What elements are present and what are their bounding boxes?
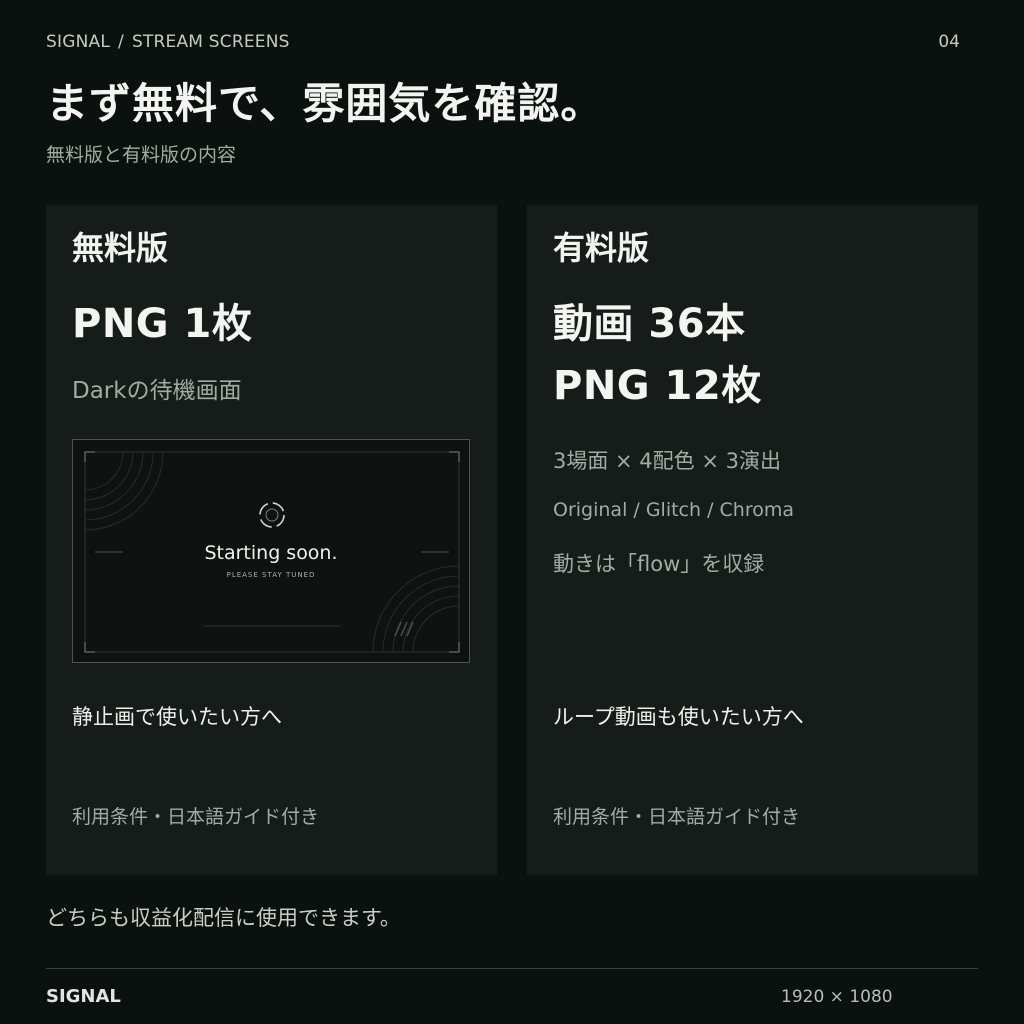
paid-plan-card: 有料版 動画 36本 PNG 12枚 3場面 × 4配色 × 3演出 Origi… bbox=[527, 205, 978, 875]
free-plan-card: 無料版 PNG 1枚 Darkの待機画面 Starting soon. PLEA… bbox=[46, 205, 497, 875]
preview-subtitle: PLEASE STAY TUNED bbox=[226, 571, 316, 579]
monetization-note: どちらも収益化配信に使用できます。 bbox=[46, 906, 401, 930]
footer-brand: SIGNAL bbox=[46, 986, 121, 1007]
paid-plan-detail-motion: 動きは「flow」を収録 bbox=[553, 552, 765, 576]
free-plan-headline: PNG 1枚 bbox=[72, 301, 253, 347]
footer-resolution: 1920 × 1080 bbox=[781, 987, 893, 1007]
preview-image: Starting soon. PLEASE STAY TUNED bbox=[72, 439, 470, 663]
paid-plan-name: 有料版 bbox=[553, 229, 650, 267]
free-plan-audience: 静止画で使いたい方へ bbox=[72, 705, 282, 729]
paid-plan-headline-videos: 動画 36本 bbox=[553, 301, 746, 347]
breadcrumb: SIGNAL / STREAM SCREENS bbox=[46, 32, 290, 52]
paid-plan-detail-combination: 3場面 × 4配色 × 3演出 bbox=[553, 449, 781, 473]
breadcrumb-brand: SIGNAL bbox=[46, 32, 110, 52]
page-subtitle: 無料版と有料版の内容 bbox=[46, 144, 237, 166]
paid-plan-guide: 利用条件・日本語ガイド付き bbox=[553, 806, 801, 828]
breadcrumb-section: STREAM SCREENS bbox=[131, 32, 290, 52]
free-plan-description: Darkの待機画面 bbox=[72, 378, 242, 404]
free-plan-name: 無料版 bbox=[72, 229, 169, 267]
paid-plan-detail-effects: Original / Glitch / Chroma bbox=[553, 499, 795, 521]
page-number: 04 bbox=[938, 32, 960, 52]
preview-title: Starting soon. bbox=[204, 542, 338, 564]
free-plan-guide: 利用条件・日本語ガイド付き bbox=[72, 806, 320, 828]
paid-plan-audience: ループ動画も使いたい方へ bbox=[553, 705, 804, 729]
paid-plan-headline-png: PNG 12枚 bbox=[553, 363, 762, 409]
page-title: まず無料で、雰囲気を確認。 bbox=[46, 79, 604, 128]
breadcrumb-separator: / bbox=[118, 32, 124, 52]
footer-divider bbox=[46, 968, 978, 969]
